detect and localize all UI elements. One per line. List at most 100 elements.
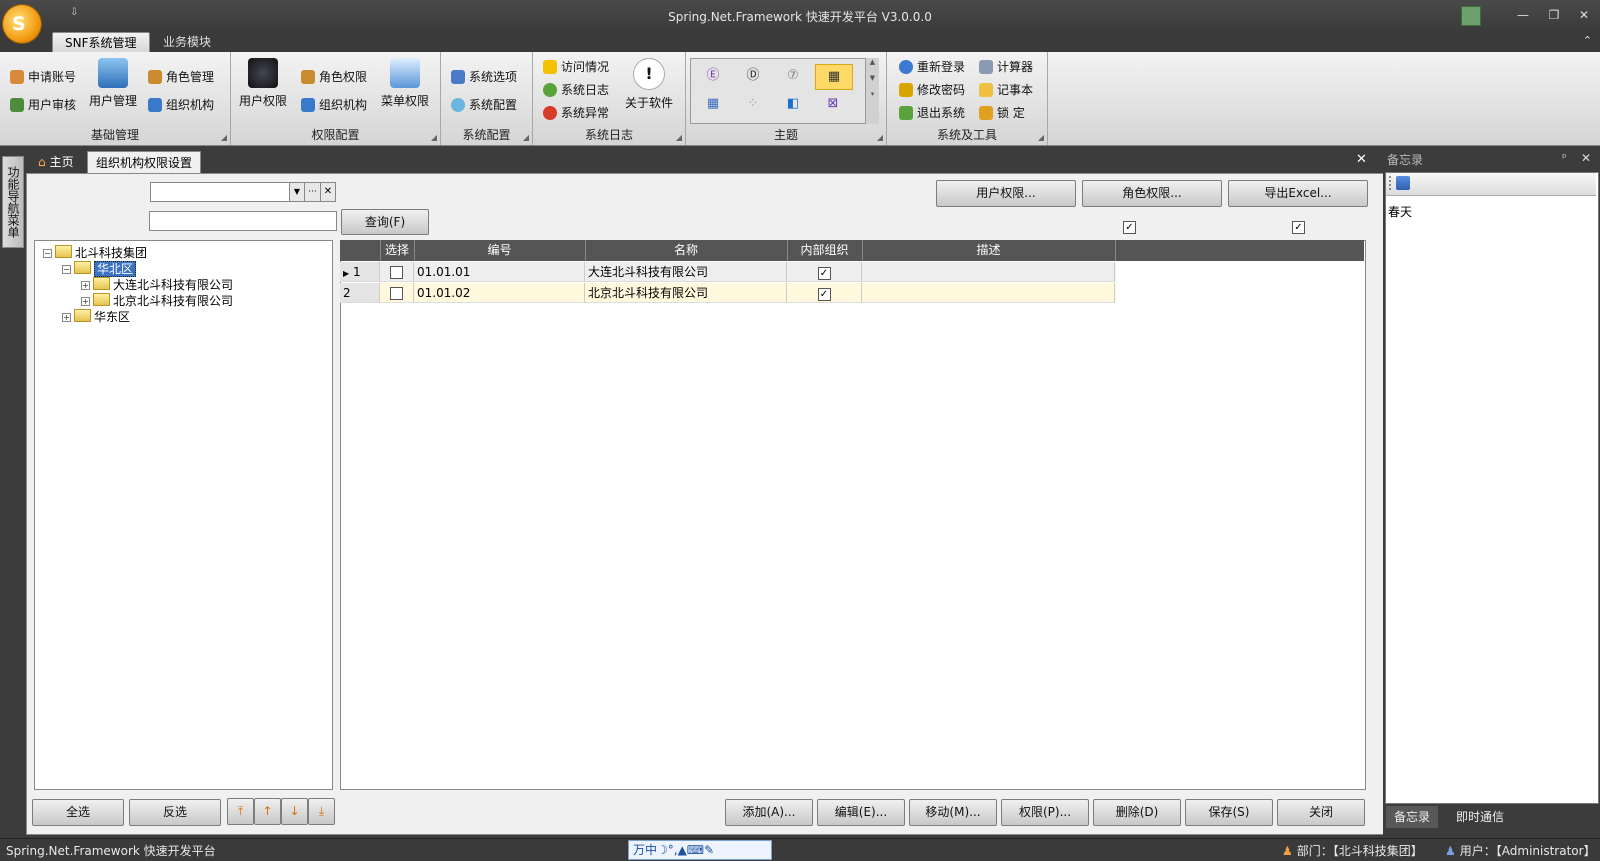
row-select-cell[interactable] bbox=[380, 262, 414, 282]
move-bottom-icon[interactable]: ⤓ bbox=[308, 798, 335, 825]
group-expand-icon[interactable]: ◢ bbox=[1038, 133, 1044, 142]
theme-swatch[interactable]: ◧ bbox=[775, 92, 811, 116]
about-button[interactable]: ! 关于软件 bbox=[621, 58, 677, 111]
role-perm-button[interactable]: 角色权限... bbox=[1082, 180, 1222, 207]
theme-swatch[interactable]: Ⓔ bbox=[695, 64, 731, 88]
sys-errors-button[interactable]: 系统异常 bbox=[543, 104, 609, 121]
table-row[interactable]: ▶ 1 01.01.01 大连北斗科技有限公司 ✓ bbox=[340, 262, 1116, 282]
user-perm-button[interactable]: 用户权限... bbox=[936, 180, 1076, 207]
tab-instant-message[interactable]: 即时通信 bbox=[1448, 806, 1512, 828]
expand-icon[interactable]: + bbox=[81, 281, 90, 290]
move-top-icon[interactable]: ⤒ bbox=[227, 798, 254, 825]
memo-editor[interactable] bbox=[1385, 172, 1599, 804]
apply-account-button[interactable]: 申请账号 bbox=[10, 68, 76, 85]
theme-swatch-selected[interactable]: ▦ bbox=[815, 64, 853, 90]
edit-button[interactable]: 编辑(E)... bbox=[817, 799, 905, 826]
memo-text[interactable]: 春天 bbox=[1388, 203, 1412, 220]
tab-memo[interactable]: 备忘录 bbox=[1386, 806, 1439, 828]
tree-node-group[interactable]: − 北斗科技集团 bbox=[43, 244, 147, 261]
group-expand-icon[interactable]: ◢ bbox=[221, 133, 227, 142]
combo-dropdown-icon[interactable]: ▼ bbox=[289, 182, 305, 202]
option-checkbox[interactable]: ✓ bbox=[1123, 221, 1136, 234]
theme-swatch[interactable]: ⊠ bbox=[815, 92, 851, 116]
tree-node-north[interactable]: − 华北区 bbox=[62, 260, 137, 277]
user-manage-button[interactable]: 用户管理 bbox=[87, 58, 139, 109]
sys-config-button[interactable]: 系统配置 bbox=[451, 96, 517, 113]
tab-org-permission[interactable]: 组织机构权限设置 bbox=[87, 151, 202, 174]
org-combo[interactable] bbox=[150, 182, 290, 202]
desc-cell[interactable] bbox=[862, 283, 1115, 303]
org-grid[interactable] bbox=[340, 240, 1366, 790]
org-button[interactable]: 组织机构 bbox=[148, 96, 214, 113]
pin-icon[interactable]: ᵖ bbox=[1562, 151, 1567, 164]
org-tree[interactable]: − 北斗科技集团 − 华北区 + 大连北斗科技有限公司 + 北京北斗科技有限公司 + 华东… bbox=[34, 240, 333, 790]
calculator-button[interactable]: 计算器 bbox=[979, 58, 1033, 75]
restore-button[interactable]: ❐ bbox=[1543, 6, 1565, 24]
nav-menu-tab[interactable]: 功能导航菜单 bbox=[2, 156, 24, 248]
move-button[interactable]: 移动(M)... bbox=[909, 799, 997, 826]
save-icon[interactable] bbox=[1396, 176, 1410, 190]
logout-button[interactable]: 退出系统 bbox=[899, 104, 965, 121]
collapse-icon[interactable]: − bbox=[43, 249, 52, 258]
expand-icon[interactable]: + bbox=[81, 297, 90, 306]
theme-gallery[interactable]: Ⓔ Ⓓ ⑦ ▦ ▦ ⁘ ◧ ⊠ bbox=[690, 58, 879, 124]
save-button[interactable]: 保存(S) bbox=[1185, 799, 1273, 826]
group-expand-icon[interactable]: ◢ bbox=[676, 133, 682, 142]
gallery-scroll[interactable]: ▲ ▼ ▾ bbox=[865, 58, 879, 124]
theme-swatch[interactable]: ⁘ bbox=[735, 92, 771, 116]
sys-options-button[interactable]: 系统选项 bbox=[451, 68, 517, 85]
select-all-button[interactable]: 全选 bbox=[32, 799, 124, 826]
internal-checkbox[interactable]: ✓ bbox=[817, 288, 831, 301]
user-review-button[interactable]: 用户审核 bbox=[10, 96, 76, 113]
search-input[interactable] bbox=[149, 211, 337, 231]
collapse-icon[interactable]: − bbox=[62, 265, 71, 274]
menu-perm-button[interactable]: 菜单权限 bbox=[379, 58, 431, 109]
visits-button[interactable]: 访问情况 bbox=[543, 58, 609, 75]
group-expand-icon[interactable]: ◢ bbox=[431, 133, 437, 142]
tree-node-beijing[interactable]: + 北京北斗科技有限公司 bbox=[81, 292, 233, 309]
internal-cell[interactable]: ✓ bbox=[787, 283, 862, 303]
tab-home[interactable]: ⌂ 主页 bbox=[30, 151, 82, 173]
layout-icon[interactable] bbox=[1461, 6, 1481, 26]
memo-close-icon[interactable]: ✕ bbox=[1581, 151, 1591, 165]
combo-ellipsis-button[interactable]: ··· bbox=[304, 182, 321, 202]
lock-button[interactable]: 锁 定 bbox=[979, 104, 1025, 121]
ribbon-tab-business[interactable]: 业务模块 bbox=[151, 32, 223, 52]
group-expand-icon[interactable]: ◢ bbox=[523, 133, 529, 142]
internal-cell[interactable]: ✓ bbox=[787, 262, 862, 282]
close-button[interactable]: 关闭 bbox=[1277, 799, 1365, 826]
code-cell[interactable]: 01.01.02 bbox=[414, 283, 585, 303]
query-button[interactable]: 查询(F) bbox=[341, 209, 429, 235]
tree-node-dalian[interactable]: + 大连北斗科技有限公司 bbox=[81, 276, 233, 293]
relogin-button[interactable]: 重新登录 bbox=[899, 58, 965, 75]
user-perm-ribbon-button[interactable]: 用户权限 bbox=[237, 58, 289, 109]
col-desc[interactable]: 描述 bbox=[862, 240, 1116, 261]
row-select-checkbox[interactable] bbox=[390, 287, 403, 300]
change-password-button[interactable]: 修改密码 bbox=[899, 81, 965, 98]
delete-button[interactable]: 删除(D) bbox=[1093, 799, 1181, 826]
move-down-icon[interactable]: ↓ bbox=[281, 798, 308, 825]
row-select-checkbox[interactable] bbox=[390, 266, 403, 279]
group-expand-icon[interactable]: ◢ bbox=[877, 133, 883, 142]
minimize-button[interactable]: — bbox=[1512, 6, 1534, 24]
tree-node-east[interactable]: + 华东区 bbox=[62, 308, 130, 325]
close-window-button[interactable]: ✕ bbox=[1573, 6, 1595, 24]
role-perm-ribbon-button[interactable]: 角色权限 bbox=[301, 68, 367, 85]
move-up-icon[interactable]: ↑ bbox=[254, 798, 281, 825]
add-button[interactable]: 添加(A)... bbox=[725, 799, 813, 826]
col-internal[interactable]: 内部组织 bbox=[787, 240, 863, 261]
notepad-button[interactable]: 记事本 bbox=[979, 81, 1033, 98]
ime-toolbar[interactable]: 万中☽°,▲⌨✎ bbox=[628, 840, 772, 860]
theme-swatch[interactable]: ⑦ bbox=[775, 64, 811, 88]
combo-clear-icon[interactable]: ✕ bbox=[320, 182, 336, 202]
role-manage-button[interactable]: 角色管理 bbox=[148, 68, 214, 85]
ribbon-collapse-icon[interactable]: ⌃ bbox=[1583, 34, 1592, 47]
expand-icon[interactable]: + bbox=[62, 313, 71, 322]
app-logo[interactable]: S bbox=[3, 5, 41, 43]
code-cell[interactable]: 01.01.01 bbox=[414, 262, 585, 282]
close-tab-icon[interactable]: ✕ bbox=[1356, 152, 1367, 167]
theme-swatch[interactable]: ▦ bbox=[695, 92, 731, 116]
internal-checkbox[interactable]: ✓ bbox=[817, 267, 831, 280]
invert-selection-button[interactable]: 反选 bbox=[129, 799, 221, 826]
row-select-cell[interactable] bbox=[380, 283, 414, 303]
